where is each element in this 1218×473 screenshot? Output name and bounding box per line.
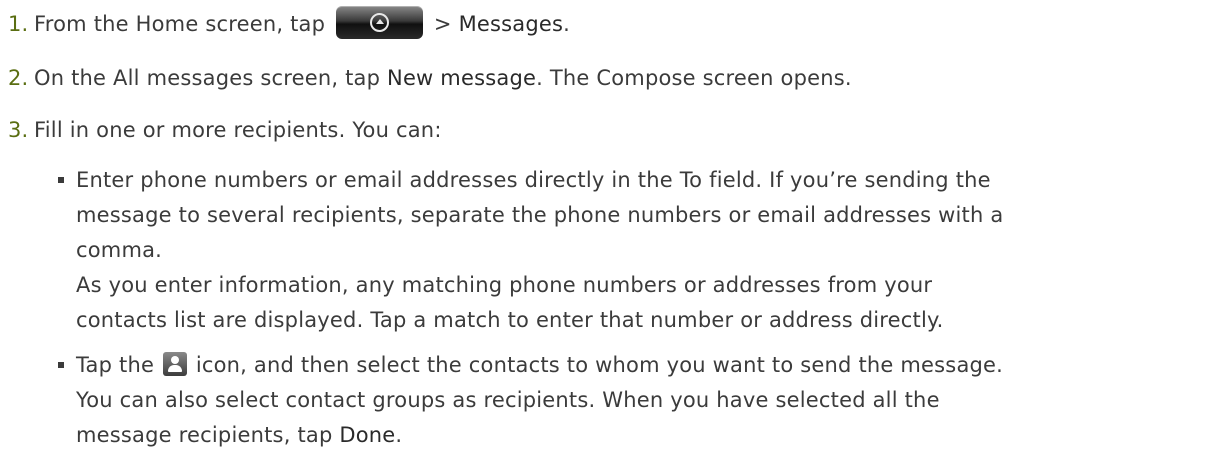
step-text: From the Home screen, tap > Messages. xyxy=(34,5,571,39)
step-text-before: From the Home screen, tap xyxy=(34,12,326,36)
bullet-line: message to several recipients, separate … xyxy=(76,203,1004,227)
bullet-line: Tap the icon, and then select the contac… xyxy=(76,348,1206,383)
step-text-after: . The Compose screen opens. xyxy=(536,66,852,90)
contacts-icon xyxy=(162,352,187,376)
step-text-separator: > xyxy=(427,12,459,36)
bullet-line: You can also select contact groups as re… xyxy=(76,388,940,412)
bullet-item-enter-numbers: Enter phone numbers or email addresses d… xyxy=(76,163,1206,338)
bullet-marker xyxy=(58,362,64,368)
step-number: 2. xyxy=(8,66,29,90)
bullet-line: comma. xyxy=(76,238,163,262)
bullet-text-after: icon, and then select the contacts to wh… xyxy=(188,353,1004,377)
step-text: Fill in one or more recipients. You can: xyxy=(34,118,442,142)
step-text-end: . xyxy=(563,12,571,36)
step-number: 1. xyxy=(8,12,29,36)
step-text-before: On the All messages screen, tap xyxy=(34,66,388,90)
step-text: On the All messages screen, tap New mess… xyxy=(34,64,852,92)
all-apps-button-icon xyxy=(336,5,424,39)
bullet-line: contacts list are displayed. Tap a match… xyxy=(76,308,944,332)
bullet-text-end: . xyxy=(395,423,403,447)
bullet-text-before: Tap the xyxy=(76,353,161,377)
bullet-line: Enter phone numbers or email addresses d… xyxy=(76,168,991,192)
bullet-marker xyxy=(58,177,64,183)
bullet-line: message recipients, tap Done. xyxy=(76,418,1206,453)
bullet-text-before: message recipients, tap xyxy=(76,423,340,447)
bullet-item-tap-contacts: Tap the icon, and then select the contac… xyxy=(76,348,1206,453)
ui-term-done: Done xyxy=(339,423,396,447)
step-number: 3. xyxy=(8,118,29,142)
bullet-line: As you enter information, any matching p… xyxy=(76,273,933,297)
ui-term-new-message: New message xyxy=(387,66,537,90)
ui-term-messages: Messages xyxy=(458,12,564,36)
